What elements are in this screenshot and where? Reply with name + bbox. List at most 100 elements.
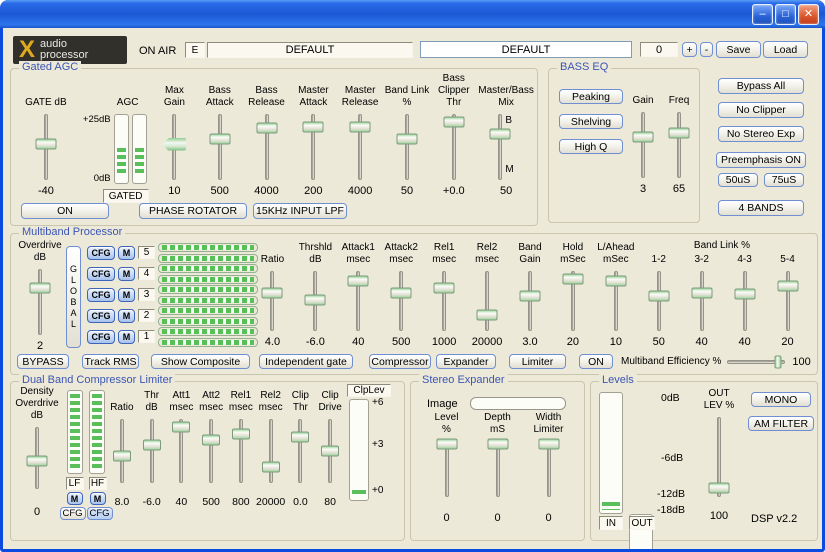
slider-thumb[interactable] xyxy=(35,139,56,150)
efficiency-slider-thumb[interactable] xyxy=(774,355,781,368)
slider-thumb[interactable] xyxy=(350,121,371,132)
slider-thumb[interactable] xyxy=(709,483,730,494)
slider-thumb[interactable] xyxy=(172,422,190,433)
slider-thumb[interactable] xyxy=(303,121,324,132)
slider-track[interactable] xyxy=(311,114,315,180)
slider-track[interactable] xyxy=(677,112,681,178)
slider-track[interactable] xyxy=(528,271,532,331)
slider-thumb[interactable] xyxy=(734,289,755,300)
slider-track[interactable] xyxy=(485,271,489,331)
track-rms-button[interactable]: Track RMS xyxy=(82,354,139,369)
close-button[interactable]: ✕ xyxy=(798,4,819,25)
slider-track[interactable] xyxy=(442,271,446,331)
slider-thumb[interactable] xyxy=(202,434,220,445)
slider-thumb[interactable] xyxy=(321,446,339,457)
slider-track[interactable] xyxy=(571,271,575,331)
preset-minus-button[interactable]: - xyxy=(700,42,713,57)
agc-on-button[interactable]: ON xyxy=(21,203,109,219)
lf-mute-button[interactable]: M xyxy=(67,492,83,505)
slider-track[interactable] xyxy=(298,419,302,483)
slider-track[interactable] xyxy=(356,271,360,331)
slider-thumb[interactable] xyxy=(396,134,417,145)
slider-thumb[interactable] xyxy=(691,287,712,298)
slider-track[interactable] xyxy=(269,419,273,483)
multiband-on-button[interactable]: ON xyxy=(579,354,613,369)
slider-track[interactable] xyxy=(641,112,645,178)
lf-cfg-button[interactable]: CFG xyxy=(60,507,86,520)
slider-thumb[interactable] xyxy=(487,439,508,450)
save-button[interactable]: Save xyxy=(716,41,761,58)
bass-eq-mode-button[interactable]: Peaking xyxy=(559,89,623,104)
title-bar[interactable]: – □ ✕ xyxy=(0,0,825,28)
slider-thumb[interactable] xyxy=(305,294,326,305)
slider-thumb[interactable] xyxy=(633,132,654,143)
no-clipper-button[interactable]: No Clipper xyxy=(718,102,804,118)
slider-thumb[interactable] xyxy=(519,291,540,302)
preemphasis-button[interactable]: Preemphasis ON xyxy=(716,152,806,168)
am-filter-button[interactable]: AM FILTER xyxy=(748,416,814,431)
band-cfg-button[interactable]: CFG xyxy=(87,246,115,260)
load-button[interactable]: Load xyxy=(763,41,808,58)
slider-track[interactable] xyxy=(120,419,124,483)
slider-track[interactable] xyxy=(239,419,243,483)
slider-track[interactable] xyxy=(44,114,48,180)
slider-track[interactable] xyxy=(657,271,661,331)
hf-mute-button[interactable]: M xyxy=(90,492,106,505)
band-cfg-button[interactable]: CFG xyxy=(87,330,115,344)
band-mute-button[interactable]: M xyxy=(118,330,135,344)
slider-thumb[interactable] xyxy=(648,291,669,302)
slider-track[interactable] xyxy=(265,114,269,180)
slider-track[interactable] xyxy=(358,114,362,180)
slider-thumb[interactable] xyxy=(256,122,277,133)
slider-track[interactable] xyxy=(38,269,42,335)
slider-thumb[interactable] xyxy=(143,439,161,450)
band-mute-button[interactable]: M xyxy=(118,288,135,302)
slider-track[interactable] xyxy=(496,441,500,497)
band-mute-button[interactable]: M xyxy=(118,246,135,260)
4-bands-button[interactable]: 4 BANDS xyxy=(718,200,804,216)
slider-thumb[interactable] xyxy=(262,462,280,473)
slider-track[interactable] xyxy=(452,114,456,180)
slider-thumb[interactable] xyxy=(436,439,457,450)
band-cfg-button[interactable]: CFG xyxy=(87,288,115,302)
slider-thumb[interactable] xyxy=(348,276,369,287)
maximize-button[interactable]: □ xyxy=(775,4,796,25)
slider-track[interactable] xyxy=(445,441,449,497)
slider-track[interactable] xyxy=(547,441,551,497)
slider-track[interactable] xyxy=(179,419,183,483)
slider-track[interactable] xyxy=(328,419,332,483)
slider-track[interactable] xyxy=(498,114,502,180)
slider-track[interactable] xyxy=(209,419,213,483)
slider-thumb[interactable] xyxy=(262,287,283,298)
slider-track[interactable] xyxy=(743,271,747,331)
slider-thumb[interactable] xyxy=(291,432,309,443)
mono-button[interactable]: MONO xyxy=(751,392,811,407)
slider-thumb[interactable] xyxy=(162,138,186,151)
slider-track[interactable] xyxy=(313,271,317,331)
slider-track[interactable] xyxy=(405,114,409,180)
phase-rotator-button[interactable]: PHASE ROTATOR xyxy=(139,203,247,219)
slider-track[interactable] xyxy=(172,114,176,180)
slider-thumb[interactable] xyxy=(562,273,583,284)
slider-thumb[interactable] xyxy=(391,287,412,298)
input-lpf-button[interactable]: 15KHz INPUT LPF xyxy=(253,203,347,219)
slider-thumb[interactable] xyxy=(232,428,250,439)
bass-eq-mode-button[interactable]: High Q xyxy=(559,139,623,154)
bypass-all-button[interactable]: Bypass All xyxy=(718,78,804,94)
slider-track[interactable] xyxy=(700,271,704,331)
slider-thumb[interactable] xyxy=(777,280,798,291)
limiter-button[interactable]: Limiter xyxy=(509,354,566,369)
show-composite-button[interactable]: Show Composite xyxy=(151,354,250,369)
independent-gate-button[interactable]: Independent gate xyxy=(259,354,353,369)
slider-thumb[interactable] xyxy=(113,450,131,461)
slider-thumb[interactable] xyxy=(30,282,51,293)
slider-thumb[interactable] xyxy=(490,128,511,139)
75us-button[interactable]: 75uS xyxy=(764,173,804,187)
slider-track[interactable] xyxy=(270,271,274,331)
slider-thumb[interactable] xyxy=(434,283,455,294)
slider-track[interactable] xyxy=(218,114,222,180)
50us-button[interactable]: 50uS xyxy=(718,173,758,187)
band-cfg-button[interactable]: CFG xyxy=(87,309,115,323)
slider-track[interactable] xyxy=(717,417,721,497)
no-stereo-exp-button[interactable]: No Stereo Exp xyxy=(718,126,804,142)
